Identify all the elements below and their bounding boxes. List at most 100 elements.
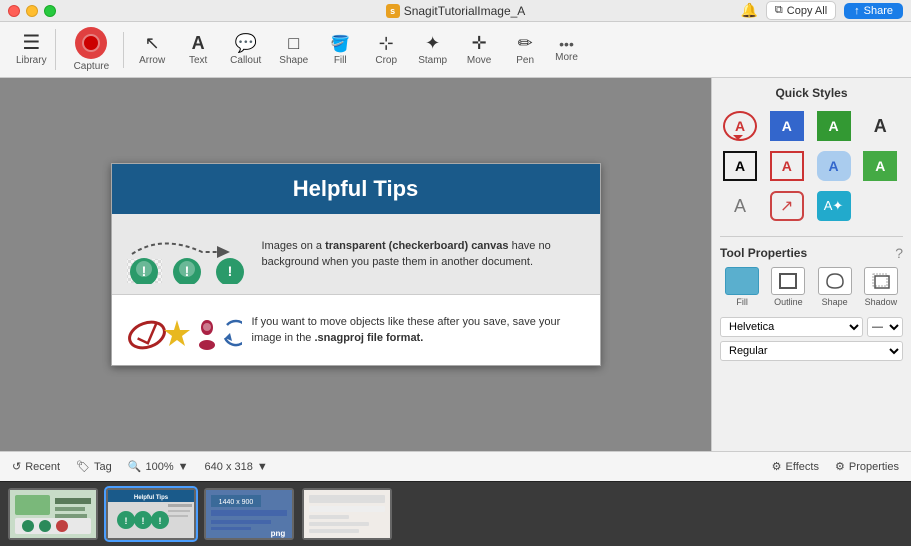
svg-text:!: ! (184, 263, 189, 279)
text-icon (192, 33, 205, 53)
share-icon: ↑ (854, 5, 860, 17)
qs-green-box-icon: A (817, 111, 851, 141)
minimize-button[interactable] (26, 5, 38, 17)
fill-tool-button[interactable]: Fill (318, 29, 362, 70)
thumbnail-4[interactable] (302, 488, 392, 540)
properties-gear-icon: ⚙ (835, 460, 845, 473)
crop-tool-button[interactable]: Crop (364, 29, 408, 70)
pen-tool-button[interactable]: Pen (503, 29, 547, 70)
quick-styles-title: Quick Styles (720, 86, 903, 100)
arrow-tool-button[interactable]: Arrow (130, 29, 174, 70)
status-bar: ↺ Recent 🏷 Tag 🔍 100% ▼ 640 x 318 ▼ ⚙ Ef… (0, 451, 911, 481)
thumb1-content (8, 488, 98, 540)
tips-header: Helpful Tips (112, 164, 600, 214)
title-bar-actions: 🔔 ⧉ Copy All ↑ Share (740, 1, 903, 20)
text-tool-button[interactable]: Text (176, 29, 220, 70)
qs-red-border-icon: A (770, 151, 804, 181)
quick-style-6[interactable]: A (767, 148, 807, 184)
quick-style-1[interactable]: A (720, 108, 760, 144)
tab-fill[interactable]: Fill (720, 265, 764, 309)
quick-style-5[interactable]: A (720, 148, 760, 184)
traffic-lights (8, 5, 56, 17)
shape-tab-svg (825, 272, 845, 290)
recent-button[interactable]: ↺ Recent (12, 460, 60, 473)
svg-text:1440 x 900: 1440 x 900 (219, 499, 254, 506)
font-style-row: Regular (712, 339, 911, 363)
capture-button[interactable]: Capture (66, 23, 118, 76)
zoom-control[interactable]: 🔍 100% ▼ (128, 460, 189, 473)
font-style-select[interactable]: Regular (720, 341, 903, 361)
callout-icon (235, 33, 257, 53)
move-icon (472, 33, 487, 53)
thumbnail-1[interactable] (8, 488, 98, 540)
qs-blue-box-icon: A (770, 111, 804, 141)
more-button[interactable]: ••• More (549, 32, 584, 67)
svg-text:!: ! (227, 263, 232, 279)
svg-text:!: ! (125, 516, 128, 526)
maximize-button[interactable] (44, 5, 56, 17)
tips-bottom-svg (122, 305, 242, 355)
quick-styles-section: Quick Styles A A A A A (712, 78, 911, 232)
callout-tool-button[interactable]: Callout (222, 29, 269, 70)
effects-button[interactable]: ⚙ Effects (772, 460, 819, 473)
qs-cloud-blue-icon: A (817, 151, 851, 181)
title-bar: s SnagitTutorialImage_A 🔔 ⧉ Copy All ↑ S… (0, 0, 911, 22)
dimensions-display: 640 x 318 ▼ (205, 461, 268, 473)
tab-outline[interactable]: Outline (766, 265, 810, 309)
stamp-icon (425, 33, 440, 53)
notification-icon[interactable]: 🔔 (740, 2, 757, 19)
shadow-tab-svg (871, 272, 891, 290)
dimensions-dropdown-icon: ▼ (257, 461, 268, 473)
panel-divider-1 (720, 236, 903, 237)
svg-text:png: png (271, 529, 286, 538)
quick-style-2[interactable]: A (767, 108, 807, 144)
pen-icon (518, 33, 533, 53)
svg-text:!: ! (141, 263, 146, 279)
zoom-dropdown-icon: ▼ (178, 461, 189, 473)
qs-plain-a2-icon: A (734, 196, 746, 217)
quick-style-4[interactable]: A (860, 108, 900, 144)
copy-all-button[interactable]: ⧉ Copy All (766, 1, 836, 20)
more-icon: ••• (559, 36, 574, 52)
help-icon[interactable]: ? (895, 245, 903, 261)
right-panel: Quick Styles A A A A A (711, 78, 911, 451)
shape-tool-button[interactable]: Shape (271, 29, 316, 70)
quick-style-3[interactable]: A (814, 108, 854, 144)
arrow-icon (145, 33, 160, 53)
zoom-icon: 🔍 (128, 460, 142, 473)
share-button[interactable]: ↑ Share (844, 3, 903, 19)
quick-style-7[interactable]: A (814, 148, 854, 184)
tips-top-section: ! ! ! (112, 214, 600, 294)
quick-style-11[interactable]: A✦ (814, 188, 854, 224)
thumbnail-3[interactable]: 1440 x 900 png (204, 488, 294, 540)
svg-text:Helpful Tips: Helpful Tips (134, 495, 169, 501)
qs-green-bg-icon: A (863, 151, 897, 181)
font-select[interactable]: Helvetica (720, 317, 863, 337)
tool-properties-header: Tool Properties ? (712, 241, 911, 265)
thumbnail-2[interactable]: Helpful Tips ! ! ! (106, 488, 196, 540)
quick-style-9[interactable]: A (720, 188, 760, 224)
thumb3-content: 1440 x 900 png (204, 488, 294, 540)
library-button[interactable]: ☰ Library (8, 29, 56, 70)
qs-bubble-arrow-icon: ↗ (770, 191, 804, 221)
tab-shadow[interactable]: Shadow (859, 265, 903, 309)
shadow-tab-icon (864, 267, 898, 295)
fill-icon (330, 33, 350, 53)
tab-shape[interactable]: Shape (813, 265, 857, 309)
close-button[interactable] (8, 5, 20, 17)
svg-text:!: ! (142, 516, 145, 526)
thumb4-content (302, 488, 392, 540)
svg-text:!: ! (159, 516, 162, 526)
stamp-tool-button[interactable]: Stamp (410, 29, 455, 70)
outline-svg (778, 272, 798, 290)
tips-svg: ! ! ! (122, 224, 252, 284)
move-tool-button[interactable]: Move (457, 29, 501, 70)
tip-top-text: Images on a transparent (checkerboard) c… (262, 238, 590, 271)
quick-style-10[interactable]: ↗ (767, 188, 807, 224)
properties-button[interactable]: ⚙ Properties (835, 460, 899, 473)
canvas-area[interactable]: Helpful Tips (0, 78, 711, 451)
font-size-select[interactable]: — (867, 317, 903, 337)
shape-tab-icon (818, 267, 852, 295)
tag-button[interactable]: 🏷 Tag (76, 460, 112, 473)
quick-style-8[interactable]: A (860, 148, 900, 184)
